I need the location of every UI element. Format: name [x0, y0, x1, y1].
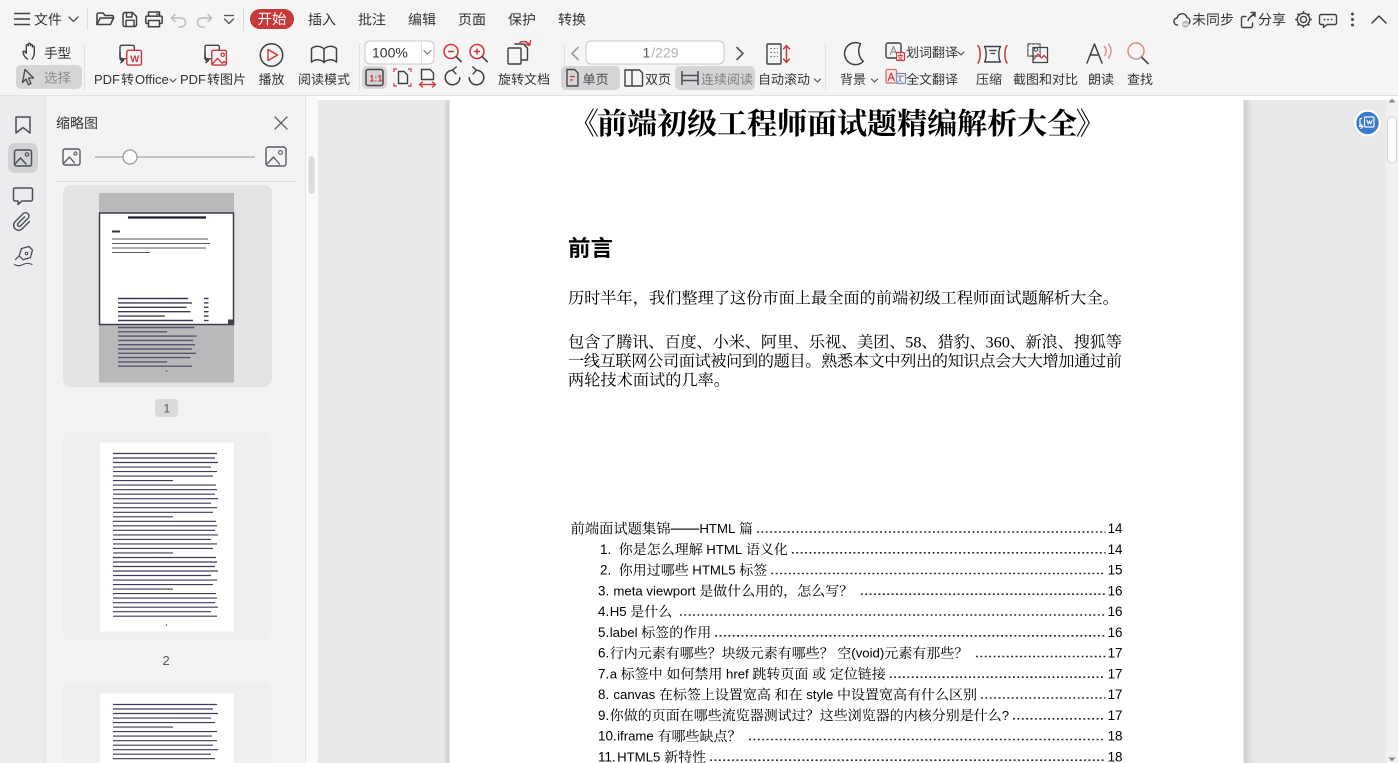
svg-text:iframe: iframe — [617, 729, 654, 744]
svg-text:1: 1 — [164, 402, 171, 416]
svg-text:8.: 8. — [598, 687, 609, 702]
svg-text:PDF: PDF — [180, 72, 206, 87]
svg-text:4.: 4. — [598, 604, 609, 619]
svg-text:canvas: canvas — [613, 687, 655, 702]
svg-text:label: label — [610, 625, 638, 640]
svg-text:a: a — [610, 667, 618, 682]
svg-text:HTML5: HTML5 — [617, 750, 660, 763]
svg-text:H5: H5 — [610, 604, 627, 619]
svg-text:17: 17 — [1108, 667, 1123, 682]
svg-text:16: 16 — [1108, 604, 1123, 619]
svg-text:18: 18 — [1108, 750, 1123, 763]
svg-text:?: ? — [1002, 708, 1009, 723]
svg-text:7.: 7. — [598, 667, 609, 682]
svg-text:6.: 6. — [598, 646, 609, 661]
svg-text:2: 2 — [163, 653, 170, 668]
svg-text:W: W — [130, 54, 139, 65]
svg-text:PDF: PDF — [94, 72, 120, 87]
svg-text:15: 15 — [1108, 563, 1123, 578]
svg-text:10.: 10. — [598, 729, 617, 744]
svg-text:HTML: HTML — [699, 521, 735, 536]
svg-text:/229: /229 — [651, 45, 678, 61]
svg-text:16: 16 — [1108, 584, 1123, 599]
svg-text:(void): (void) — [851, 646, 884, 661]
svg-text:1: 1 — [643, 45, 651, 61]
svg-text:14: 14 — [1108, 542, 1123, 557]
svg-text:HTML: HTML — [706, 542, 742, 557]
svg-text:16: 16 — [1108, 625, 1123, 640]
svg-text:3.: 3. — [598, 584, 609, 599]
svg-text:1.: 1. — [600, 542, 611, 557]
svg-text:17: 17 — [1108, 708, 1123, 723]
svg-text:100%: 100% — [372, 45, 408, 61]
svg-text:2.: 2. — [600, 563, 611, 578]
svg-text:11.: 11. — [598, 750, 616, 763]
svg-text:18: 18 — [1108, 729, 1123, 744]
svg-text:360: 360 — [986, 334, 1010, 352]
svg-text:17: 17 — [1108, 687, 1123, 702]
svg-text:HTML5: HTML5 — [692, 563, 735, 578]
svg-text:58: 58 — [905, 334, 921, 352]
svg-text:meta viewport: meta viewport — [613, 584, 695, 599]
svg-text:style: style — [806, 687, 833, 702]
svg-text:9.: 9. — [598, 708, 609, 723]
svg-text:14: 14 — [1108, 521, 1123, 536]
svg-text:17: 17 — [1108, 646, 1123, 661]
svg-text:1:1: 1:1 — [369, 74, 382, 84]
svg-text:5.: 5. — [598, 625, 609, 640]
svg-text:Office: Office — [135, 72, 169, 87]
svg-text:href: href — [726, 667, 749, 682]
